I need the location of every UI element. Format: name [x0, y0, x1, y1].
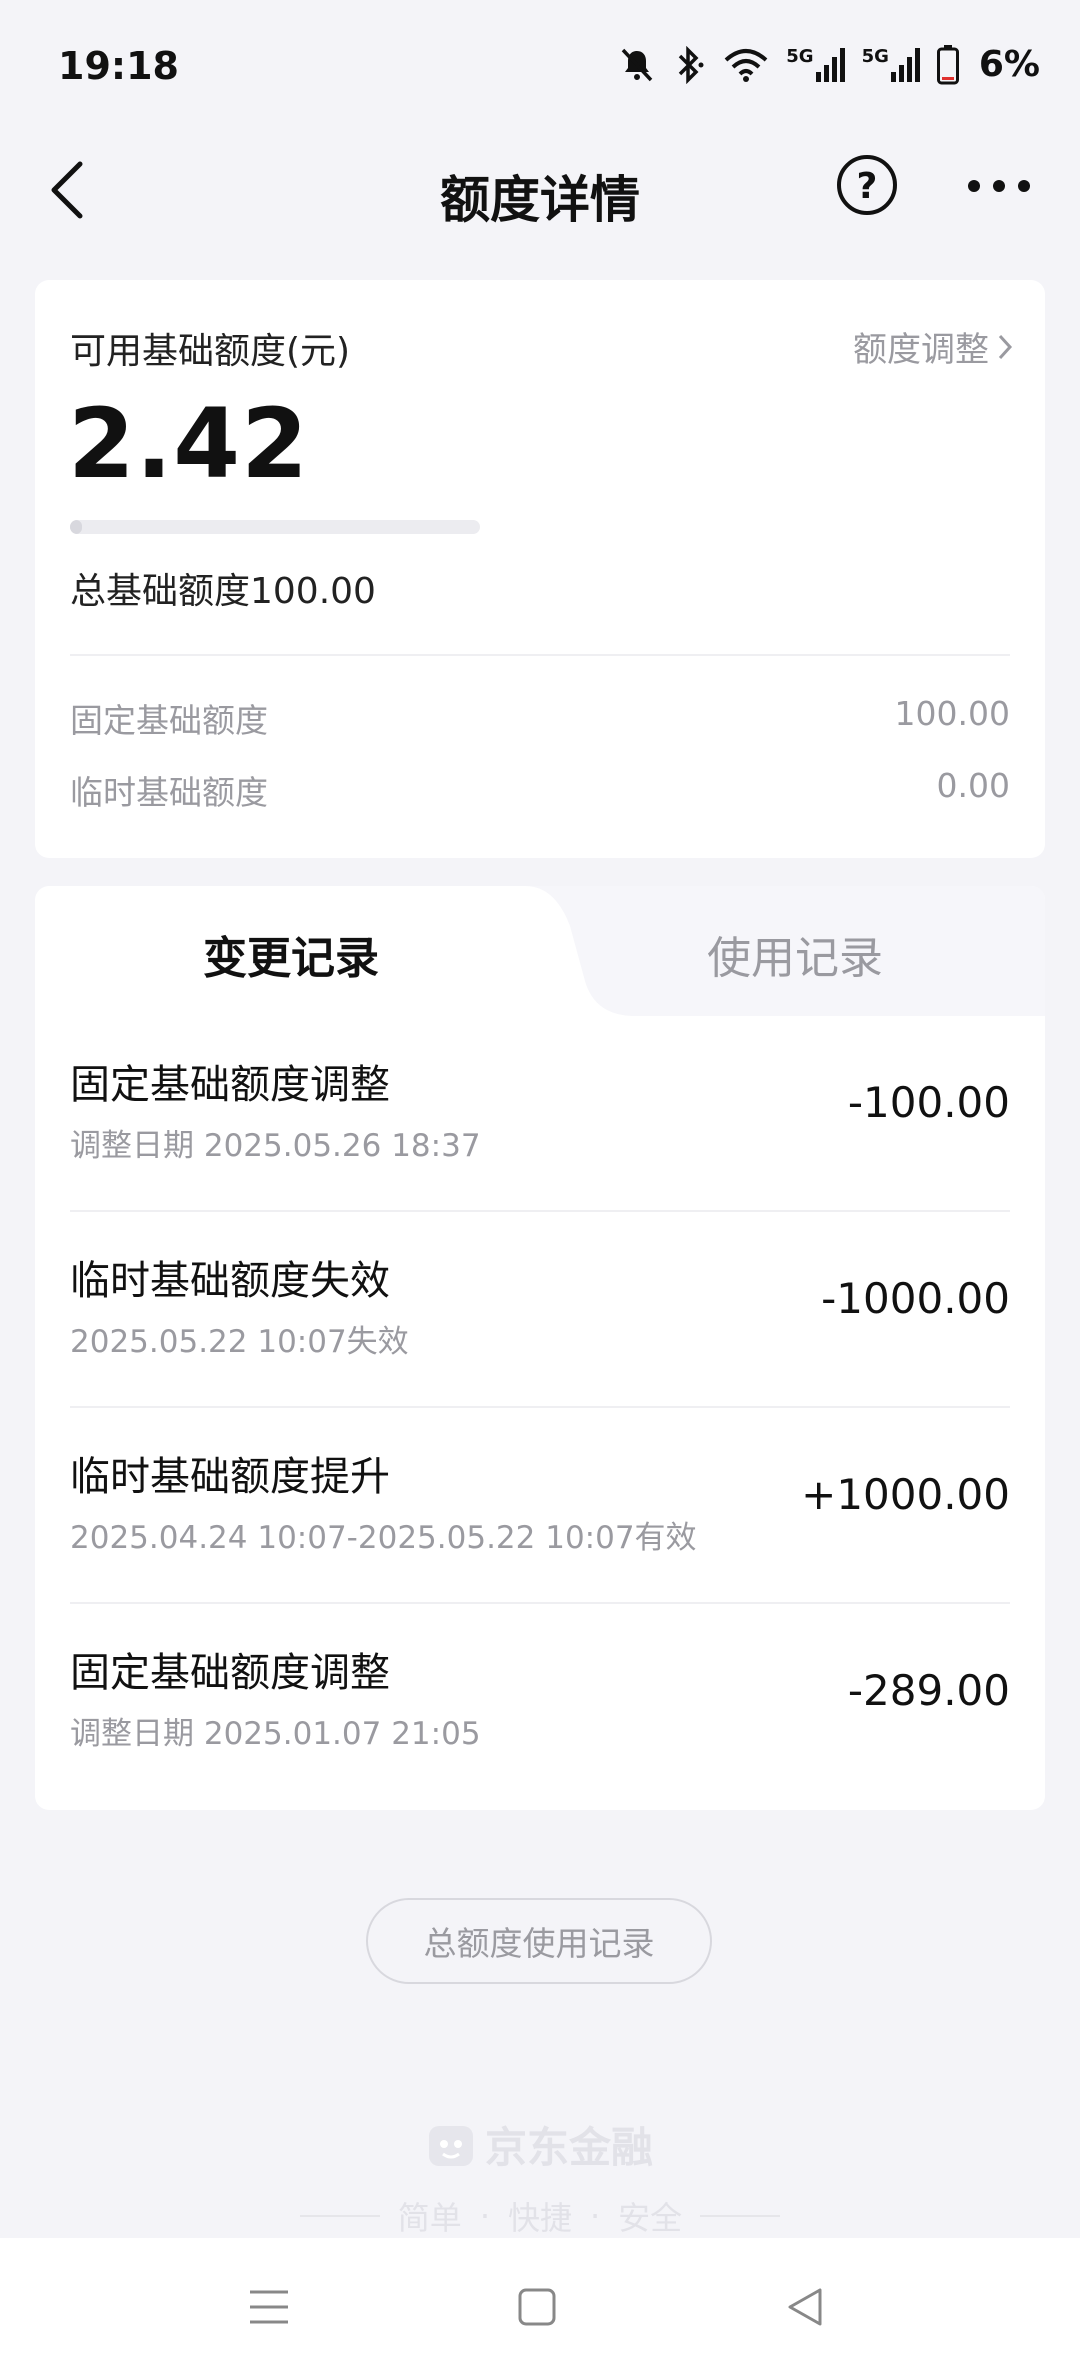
temporary-credit-value: 0.00: [936, 766, 1010, 805]
slogan-dash-left: [299, 2215, 380, 2217]
tab-usage-records[interactable]: 使用记录: [707, 922, 883, 986]
record-title: 临时基础额度提升: [70, 1454, 390, 1500]
bluetooth-icon: [679, 45, 704, 84]
total-credit-text: 总基础额度100.00: [70, 571, 376, 612]
record-item[interactable]: 临时基础额度失效 2025.05.22 10:07失效 -1000.00: [70, 1212, 1010, 1408]
record-item[interactable]: 固定基础额度调整 调整日期 2025.05.26 18:37 -100.00: [70, 1016, 1010, 1212]
record-item[interactable]: 固定基础额度调整 调整日期 2025.01.07 21:05 -289.00: [70, 1604, 1010, 1798]
available-credit-amount: 2.42: [68, 388, 309, 500]
credit-usage-bar: [70, 520, 480, 534]
credit-adjust-label: 额度调整: [853, 330, 989, 370]
status-icons: 5G 5G 6%: [618, 44, 1040, 85]
available-credit-label: 可用基础额度(元): [70, 331, 351, 372]
menu-icon[interactable]: [244, 2282, 294, 2332]
tab-change-records[interactable]: 变更记录: [203, 922, 379, 986]
record-amount: -100.00: [847, 1078, 1010, 1127]
slogan-word: 安全: [618, 2199, 683, 2237]
record-amount: -289.00: [847, 1666, 1010, 1715]
nav-bar: 额度详情 ?: [0, 130, 1080, 250]
home-square-icon[interactable]: [512, 2282, 562, 2332]
slogan-word: 快捷: [507, 2199, 572, 2237]
fixed-credit-value: 100.00: [894, 694, 1010, 733]
brand-slogan: 简单 · 快捷 · 安全: [0, 2193, 1080, 2239]
cellular-signal-1: 5G: [786, 45, 845, 82]
fixed-credit-label: 固定基础额度: [70, 701, 268, 740]
records-tabs: 变更记录 使用记录: [35, 886, 1045, 1016]
total-usage-records-button[interactable]: 总额度使用记录: [366, 1898, 712, 1984]
status-bar: 19:18 5G 5G 6%: [0, 0, 1080, 130]
page-title: 额度详情: [440, 171, 640, 229]
record-subtitle: 调整日期 2025.05.26 18:37: [70, 1128, 481, 1164]
bell-muted-icon: [621, 48, 653, 81]
tab-inactive-background: [525, 886, 1045, 1016]
signal-5g-label: 5G: [786, 45, 814, 67]
temporary-credit-row: 临时基础额度 0.00: [70, 766, 1010, 814]
slogan-separator: ·: [479, 2197, 490, 2235]
record-item[interactable]: 临时基础额度提升 2025.04.24 10:07-2025.05.22 10:…: [70, 1408, 1010, 1604]
battery-percent: 6%: [978, 44, 1040, 85]
back-triangle-icon[interactable]: [780, 2282, 830, 2332]
battery-icon: [936, 44, 959, 84]
record-title: 固定基础额度调整: [70, 1062, 390, 1108]
system-nav-bar: [0, 2238, 1080, 2372]
slogan-word: 简单: [397, 2199, 462, 2237]
record-title: 临时基础额度失效: [70, 1258, 390, 1304]
record-amount: -1000.00: [821, 1274, 1010, 1323]
status-time: 19:18: [58, 44, 179, 88]
slogan-separator: ·: [590, 2197, 601, 2235]
signal-5g-label: 5G: [861, 45, 889, 67]
help-icon[interactable]: ?: [836, 154, 898, 216]
jd-mascot-logo-icon: [428, 2125, 473, 2166]
divider: [70, 654, 1010, 656]
credit-usage-fill: [70, 520, 83, 534]
record-subtitle: 调整日期 2025.01.07 21:05: [70, 1716, 481, 1752]
brand-logo: 京东金融: [0, 2114, 1080, 2175]
records-list: 固定基础额度调整 调整日期 2025.05.26 18:37 -100.00 临…: [70, 1016, 1010, 1798]
chevron-right-icon: [998, 334, 1013, 359]
cellular-signal-2: 5G: [861, 45, 921, 82]
brand-footer: 京东金融 简单 · 快捷 · 安全: [0, 2114, 1080, 2239]
record-subtitle: 2025.04.24 10:07-2025.05.22 10:07有效: [70, 1520, 697, 1556]
signal-bars-icon: [815, 47, 845, 82]
record-subtitle: 2025.05.22 10:07失效: [70, 1324, 409, 1360]
brand-name: 京东金融: [484, 2123, 653, 2172]
fixed-credit-row: 固定基础额度 100.00: [70, 694, 1010, 742]
credit-summary-card: 可用基础额度(元) 额度调整 2.42 总基础额度100.00 固定基础额度 1…: [35, 280, 1045, 858]
records-card: 变更记录 使用记录 固定基础额度调整 调整日期 2025.05.26 18:37…: [35, 886, 1045, 1810]
help-icon-glyph: ?: [857, 166, 878, 207]
slogan-dash-right: [700, 2215, 781, 2217]
record-title: 固定基础额度调整: [70, 1650, 390, 1696]
temporary-credit-label: 临时基础额度: [70, 773, 268, 812]
more-options-icon[interactable]: [964, 166, 1034, 206]
credit-adjust-link[interactable]: 额度调整: [853, 322, 1013, 371]
signal-bars-icon: [890, 47, 920, 82]
record-amount: +1000.00: [801, 1470, 1010, 1519]
wifi-icon: [724, 48, 768, 82]
